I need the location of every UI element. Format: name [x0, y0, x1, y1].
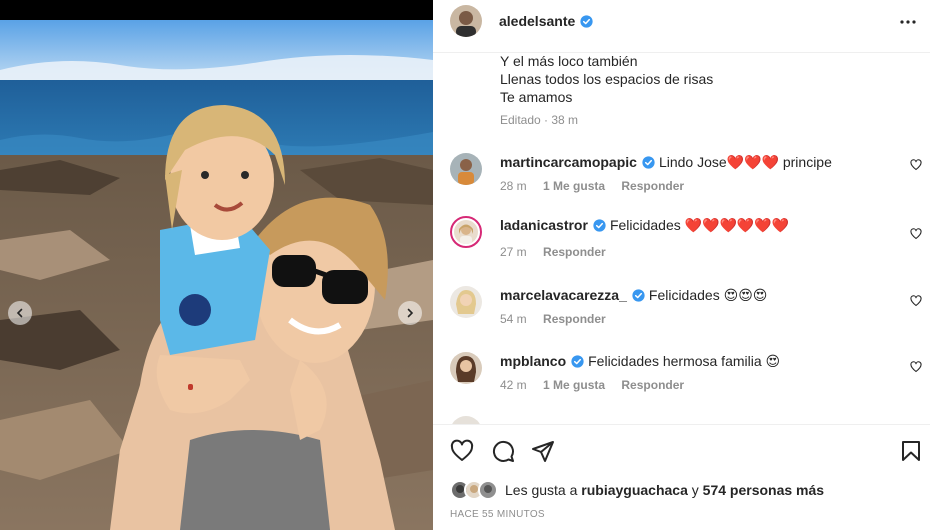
comment-heart-icon[interactable] — [910, 159, 922, 171]
carousel-next-button[interactable] — [398, 301, 422, 325]
commenter-avatar-image — [450, 286, 482, 318]
likes-prefix: Les gusta a — [505, 482, 578, 498]
comment-likes-count[interactable]: 1 Me gusta — [543, 378, 605, 392]
liker-avatar — [478, 480, 498, 500]
chevron-left-icon — [16, 308, 23, 318]
comment-heart-icon[interactable] — [910, 295, 922, 307]
caption-line: Y el más loco también — [500, 53, 638, 69]
author-username[interactable]: aledelsante — [499, 13, 575, 29]
comment-body: Felicidades ❤️❤️❤️❤️❤️❤️ — [609, 217, 790, 233]
comment-body: Felicidades 😍😍😍 — [648, 287, 768, 303]
comment-heart-icon[interactable] — [910, 361, 922, 373]
verified-badge-icon — [642, 156, 655, 169]
post-photo[interactable] — [0, 20, 433, 530]
send-icon[interactable] — [531, 439, 555, 463]
comment-item: martincarcamopapic Lindo Jose❤️❤️❤️ princ… — [433, 153, 930, 213]
comment-text: ladanicastror Felicidades ❤️❤️❤️❤️❤️❤️ — [500, 216, 900, 234]
comment-heart-icon[interactable] — [910, 228, 922, 240]
comment-text: martincarcamopapic Lindo Jose❤️❤️❤️ princ… — [500, 153, 900, 171]
comment-item: marcelavacarezza_ Felicidades 😍😍😍 54 m Re… — [433, 286, 930, 346]
verified-badge-icon — [632, 289, 645, 302]
likes-joiner: y — [691, 482, 699, 498]
caption-line: Te amamos — [500, 89, 573, 105]
comment-time[interactable]: 42 m — [500, 378, 527, 392]
comment-item: mpblanco Felicidades hermosa familia 😍 42… — [433, 352, 930, 412]
author-username-line: aledelsante — [499, 13, 593, 29]
post-side-panel: aledelsante Y el más loco también Llenas… — [433, 0, 930, 530]
more-options-icon[interactable] — [899, 13, 917, 31]
chevron-right-icon — [407, 308, 414, 318]
comment-text: mpblanco Felicidades hermosa familia 😍 — [500, 352, 900, 370]
comment-body: Lindo Jose❤️❤️❤️ principe — [658, 154, 832, 170]
bookmark-icon[interactable] — [899, 439, 923, 463]
comment-reply-button[interactable]: Responder — [621, 179, 684, 193]
caption-edited-meta: Editado · 38 m — [500, 113, 579, 127]
comment-time[interactable]: 28 m — [500, 179, 527, 193]
comment-username[interactable]: mpblanco — [500, 353, 566, 369]
comment-reply-button[interactable]: Responder — [543, 312, 606, 326]
likers-avatar-stack[interactable] — [450, 480, 500, 500]
comment-username[interactable]: ladanicastror — [500, 217, 588, 233]
comment-text: marcelavacarezza_ Felicidades 😍😍😍 — [500, 286, 900, 304]
photo-illustration — [0, 20, 433, 530]
comment-time[interactable]: 54 m — [500, 312, 527, 326]
caption-line: Llenas todos los espacios de risas — [500, 71, 714, 87]
partial-avatar-image — [452, 416, 480, 424]
commenter-avatar[interactable] — [450, 216, 482, 248]
author-avatar-image — [450, 5, 482, 37]
comment-username[interactable]: martincarcamopapic — [500, 154, 637, 170]
likes-others-link[interactable]: 574 personas más — [703, 482, 824, 498]
comment-meta: 42 m 1 Me gusta Responder — [500, 378, 697, 392]
post-header: aledelsante — [433, 0, 930, 53]
commenter-avatar-image — [450, 153, 482, 185]
comment-reply-button[interactable]: Responder — [543, 245, 606, 259]
liker-username[interactable]: rubiayguachaca — [581, 482, 688, 498]
comment-icon[interactable] — [491, 439, 515, 463]
post-timestamp[interactable]: HACE 55 MINUTOS — [450, 509, 545, 520]
comment-reply-button[interactable]: Responder — [621, 378, 684, 392]
comment-time[interactable]: 27 m — [500, 245, 527, 259]
actions-divider — [433, 424, 930, 425]
post-photo-pane — [0, 0, 433, 530]
comment-item: ladanicastror Felicidades ❤️❤️❤️❤️❤️❤️ 27… — [433, 216, 930, 276]
partial-comment-avatar — [450, 416, 482, 424]
likes-text: Les gusta a rubiayguachaca y 574 persona… — [505, 482, 824, 498]
commenter-avatar[interactable] — [450, 352, 482, 384]
post-caption: Y el más loco también Llenas todos los e… — [500, 52, 713, 106]
commenter-avatar-image — [454, 220, 478, 244]
verified-badge-icon — [593, 219, 606, 232]
commenter-avatar[interactable] — [450, 286, 482, 318]
carousel-prev-button[interactable] — [8, 301, 32, 325]
comment-likes-count[interactable]: 1 Me gusta — [543, 179, 605, 193]
commenter-avatar-image — [450, 352, 482, 384]
verified-badge-icon — [580, 15, 593, 28]
comment-body: Felicidades hermosa familia 😍 — [588, 353, 781, 369]
comment-meta: 28 m 1 Me gusta Responder — [500, 179, 697, 193]
verified-badge-icon — [571, 355, 584, 368]
author-avatar[interactable] — [450, 5, 482, 37]
comment-meta: 54 m Responder — [500, 312, 619, 326]
comment-meta: 27 m Responder — [500, 245, 619, 259]
likes-summary: Les gusta a rubiayguachaca y 574 persona… — [450, 480, 824, 500]
commenter-avatar[interactable] — [450, 153, 482, 185]
photo-top-bar — [0, 0, 433, 20]
comment-username[interactable]: marcelavacarezza_ — [500, 287, 627, 303]
heart-icon[interactable] — [450, 439, 474, 463]
